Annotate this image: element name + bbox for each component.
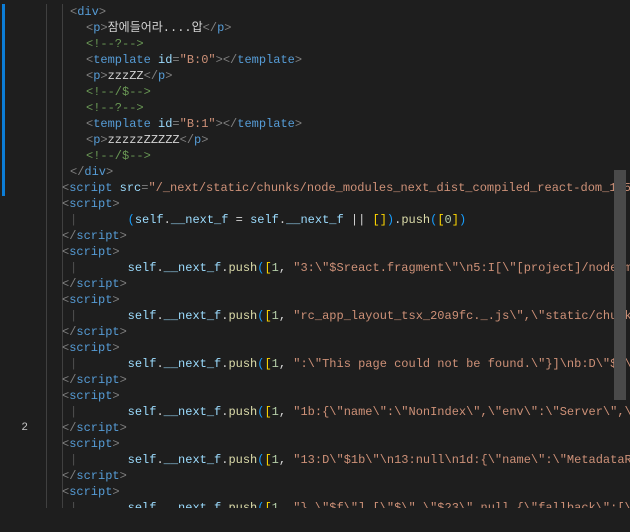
line-number [0, 68, 42, 84]
line-number [0, 516, 42, 532]
line-number [0, 340, 42, 356]
code-line[interactable]: <script> [46, 484, 630, 500]
line-number [0, 116, 42, 132]
code-line[interactable]: <div> [46, 4, 630, 20]
code-line[interactable]: | self.__next_f.push([1, "rc_app_layout_… [46, 308, 630, 324]
line-number [0, 20, 42, 36]
line-number [0, 132, 42, 148]
line-number [0, 372, 42, 388]
code-line[interactable]: </script> [46, 276, 630, 292]
code-line[interactable]: </script> [46, 420, 630, 436]
code-line[interactable]: <!--?--> [46, 100, 630, 116]
code-line[interactable]: <!--/$--> [46, 148, 630, 164]
line-number [0, 4, 42, 20]
code-line[interactable]: <script> [46, 388, 630, 404]
line-number [0, 452, 42, 468]
line-number [0, 404, 42, 420]
code-line[interactable]: | self.__next_f.push([1, ":\"This page c… [46, 356, 630, 372]
line-number-gutter: 2 [0, 0, 42, 508]
code-line[interactable]: <p>잠에들어라....압</p> [46, 20, 630, 36]
code-line[interactable]: | (self.__next_f = self.__next_f || []).… [46, 212, 630, 228]
code-line[interactable]: </script> [46, 324, 630, 340]
line-number [0, 260, 42, 276]
line-number [0, 228, 42, 244]
code-line[interactable]: <template id="B:1"></template> [46, 116, 630, 132]
code-line[interactable]: <script> [46, 340, 630, 356]
line-number [0, 148, 42, 164]
code-content[interactable]: <div> <p>잠에들어라....압</p> <!--?--> <templa… [42, 0, 630, 508]
line-number [0, 164, 42, 180]
code-line[interactable]: </div> [46, 164, 630, 180]
line-number [0, 484, 42, 500]
line-number [0, 324, 42, 340]
code-line[interactable]: <script> [46, 196, 630, 212]
line-number [0, 388, 42, 404]
line-number [0, 52, 42, 68]
line-number [0, 276, 42, 292]
line-number [0, 180, 42, 196]
line-number [0, 500, 42, 516]
line-number [0, 356, 42, 372]
line-number [0, 244, 42, 260]
code-line[interactable]: <script> [46, 292, 630, 308]
code-line[interactable]: <!--?--> [46, 36, 630, 52]
code-line[interactable]: </script> [46, 228, 630, 244]
line-number [0, 292, 42, 308]
code-line[interactable]: | self.__next_f.push([1, "},\"$f\"],[\"$… [46, 500, 630, 508]
line-number [0, 36, 42, 52]
code-line[interactable]: <!--/$--> [46, 84, 630, 100]
code-editor[interactable]: 2 <div> <p>잠에들어라....압</p> <!--?--> <temp… [0, 0, 630, 508]
code-line[interactable]: | self.__next_f.push([1, "13:D\"$1b\"\n1… [46, 452, 630, 468]
code-line[interactable]: </script> [46, 468, 630, 484]
line-number [0, 468, 42, 484]
code-line[interactable]: <script src="/_next/static/chunks/node_m… [46, 180, 630, 196]
line-number [0, 308, 42, 324]
code-line[interactable]: <script> [46, 436, 630, 452]
code-line[interactable]: | self.__next_f.push([1, "3:\"$Sreact.fr… [46, 260, 630, 276]
vertical-scrollbar[interactable] [614, 170, 626, 400]
code-line[interactable]: <script> [46, 244, 630, 260]
line-number [0, 196, 42, 212]
code-line[interactable]: | self.__next_f.push([1, "1b:{\"name\":\… [46, 404, 630, 420]
line-number [0, 84, 42, 100]
line-number [0, 212, 42, 228]
line-number-current: 2 [0, 420, 42, 436]
line-number [0, 436, 42, 452]
code-line[interactable]: <p>zzzZZ</p> [46, 68, 630, 84]
code-line[interactable]: <template id="B:0"></template> [46, 52, 630, 68]
code-line[interactable]: <p>zzzzzZZZZZ</p> [46, 132, 630, 148]
line-number [0, 100, 42, 116]
code-line[interactable]: </script> [46, 372, 630, 388]
